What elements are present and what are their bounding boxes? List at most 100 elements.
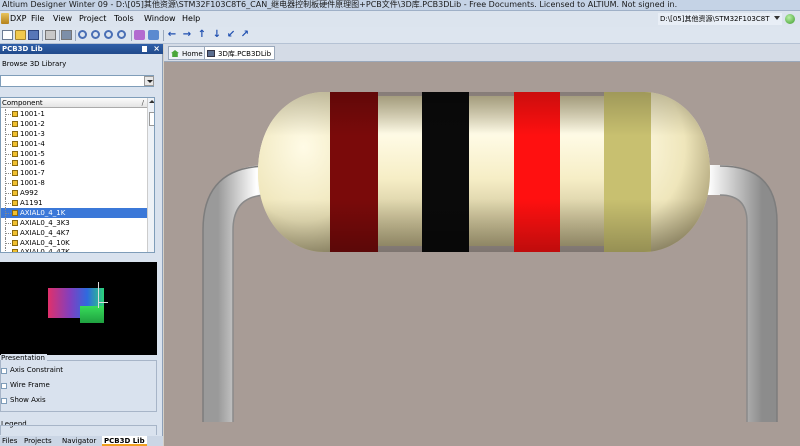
zoom-fit-icon[interactable] xyxy=(104,30,113,39)
tree-line xyxy=(5,138,11,149)
library-select[interactable] xyxy=(0,75,154,87)
list-item[interactable]: A992 xyxy=(1,188,147,199)
go-forward-icon[interactable] xyxy=(785,14,795,24)
component-column-header[interactable]: Component / xyxy=(1,98,147,108)
tab-pcb3d-lib[interactable]: PCB3D Lib xyxy=(102,436,147,446)
toolbar-separator xyxy=(59,30,60,41)
tab-projects[interactable]: Projects xyxy=(22,436,54,446)
open-folder-icon[interactable] xyxy=(15,30,26,40)
show-axis-checkbox[interactable] xyxy=(1,398,7,404)
toolbar-separator xyxy=(131,30,132,41)
tree-line xyxy=(5,178,11,189)
cross-probe-icon[interactable] xyxy=(134,30,145,40)
save-icon[interactable] xyxy=(28,30,39,40)
tab-files[interactable]: Files xyxy=(0,436,19,446)
tab-home-label: Home xyxy=(182,50,203,58)
arrow-right-icon[interactable]: → xyxy=(182,30,192,40)
tab-home[interactable]: Home xyxy=(168,46,207,60)
list-item[interactable]: AXIAL0_4_4K7 xyxy=(1,227,147,238)
list-scrollbar[interactable] xyxy=(147,98,154,252)
list-item[interactable]: 1001-7 xyxy=(1,168,147,179)
dxp-icon[interactable] xyxy=(1,13,9,24)
toolbar-separator xyxy=(42,30,43,41)
list-item[interactable]: 1001-1 xyxy=(1,109,147,119)
tree-line xyxy=(5,188,11,199)
list-item-label: 1001-1 xyxy=(20,110,45,118)
list-item[interactable]: 1001-5 xyxy=(1,148,147,159)
layer-icon[interactable] xyxy=(61,30,72,40)
zoom-selected-icon[interactable] xyxy=(117,30,126,39)
menu-dxp[interactable]: DXP xyxy=(10,13,26,25)
axis-constraint-label: Axis Constraint xyxy=(10,366,64,374)
axis-constraint-checkbox[interactable] xyxy=(1,368,7,374)
menu-file[interactable]: File xyxy=(31,13,44,25)
arrow-down-left-icon[interactable]: ↙ xyxy=(226,30,236,40)
print-icon[interactable] xyxy=(45,30,56,40)
component-rows: 1001-1 1001-2 1001-3 1001-4 1001-5 1001-6 1001… xyxy=(1,109,147,252)
3d-viewport[interactable] xyxy=(164,62,800,446)
tree-line xyxy=(5,198,11,209)
pcb3d-document-icon xyxy=(207,50,215,57)
list-item-label: AXIAL0_4_3K3 xyxy=(20,218,70,227)
preview-model-part xyxy=(80,306,104,323)
list-item[interactable]: AXIAL0_4_1K xyxy=(1,207,147,218)
component-icon xyxy=(12,219,18,226)
close-icon[interactable]: × xyxy=(153,44,160,54)
tree-line xyxy=(5,207,11,218)
menu-help[interactable]: Help xyxy=(182,13,200,25)
list-item[interactable]: AXIAL0_4_3K3 xyxy=(1,217,147,228)
zoom-in-icon[interactable] xyxy=(78,30,87,39)
chevron-down-icon[interactable] xyxy=(144,76,154,86)
chevron-down-icon[interactable] xyxy=(774,16,780,20)
list-item[interactable]: AXIAL0_4_10K xyxy=(1,237,147,248)
list-item[interactable]: 1001-8 xyxy=(1,178,147,189)
list-item[interactable]: 1001-2 xyxy=(1,118,147,129)
zoom-out-icon[interactable] xyxy=(91,30,100,39)
cross-select-icon[interactable] xyxy=(148,30,159,40)
wire-frame-label: Wire Frame xyxy=(10,381,50,389)
menu-window[interactable]: Window xyxy=(144,13,176,25)
sort-icon[interactable]: / xyxy=(142,98,144,108)
arrow-up-icon[interactable]: ↑ xyxy=(197,30,207,40)
list-item[interactable]: 1001-3 xyxy=(1,128,147,139)
arrow-up-right-icon[interactable]: ↗ xyxy=(240,30,250,40)
tree-line xyxy=(5,217,11,228)
menu-project[interactable]: Project xyxy=(79,13,106,25)
tab-pcb3dlib[interactable]: 3D库.PCB3DLib xyxy=(204,46,276,60)
arrow-left-icon[interactable]: ← xyxy=(167,30,177,40)
tree-line xyxy=(5,237,11,248)
wire-frame-checkbox[interactable] xyxy=(1,383,7,389)
list-item-label: 1001-8 xyxy=(20,179,45,188)
tree-line xyxy=(5,128,11,139)
document-tabs: Home 3D库.PCB3DLib xyxy=(164,44,800,62)
menu-tools[interactable]: Tools xyxy=(114,13,134,25)
legend-group xyxy=(0,425,157,435)
component-icon xyxy=(12,229,18,236)
window-title: Altium Designer Winter 09 - D:\[05]其他资源\… xyxy=(2,0,678,9)
component-icon xyxy=(12,170,18,177)
show-axis-label: Show Axis xyxy=(10,396,46,404)
list-item[interactable]: AXIAL0_4_47K xyxy=(1,247,147,252)
scroll-thumb[interactable] xyxy=(149,112,154,126)
menu-view[interactable]: View xyxy=(53,13,72,25)
component-icon xyxy=(12,130,18,137)
tree-line xyxy=(5,227,11,238)
list-item-label: 1001-2 xyxy=(20,119,45,128)
list-item[interactable]: 1001-6 xyxy=(1,158,147,169)
arrow-down-icon[interactable]: ↓ xyxy=(212,30,222,40)
list-item[interactable]: A1191 xyxy=(1,198,147,209)
scroll-up-icon[interactable] xyxy=(149,99,154,105)
tab-navigator[interactable]: Navigator xyxy=(60,436,98,446)
component-icon xyxy=(12,200,18,207)
list-item-label: AXIAL0_4_4K7 xyxy=(20,228,70,237)
tab-pcb3dlib-label: 3D库.PCB3DLib xyxy=(218,50,272,58)
component-icon xyxy=(12,120,18,127)
path-combo[interactable]: D:\[05]其他资源\STM32F103C8T xyxy=(658,13,782,25)
preview-axis xyxy=(98,282,99,308)
tree-line xyxy=(5,109,11,119)
component-icon xyxy=(12,190,18,197)
panel-tabs: Files Projects Navigator PCB3D Lib xyxy=(0,436,163,446)
list-item[interactable]: 1001-4 xyxy=(1,138,147,149)
pin-icon[interactable] xyxy=(142,46,147,52)
new-document-icon[interactable] xyxy=(2,30,13,40)
